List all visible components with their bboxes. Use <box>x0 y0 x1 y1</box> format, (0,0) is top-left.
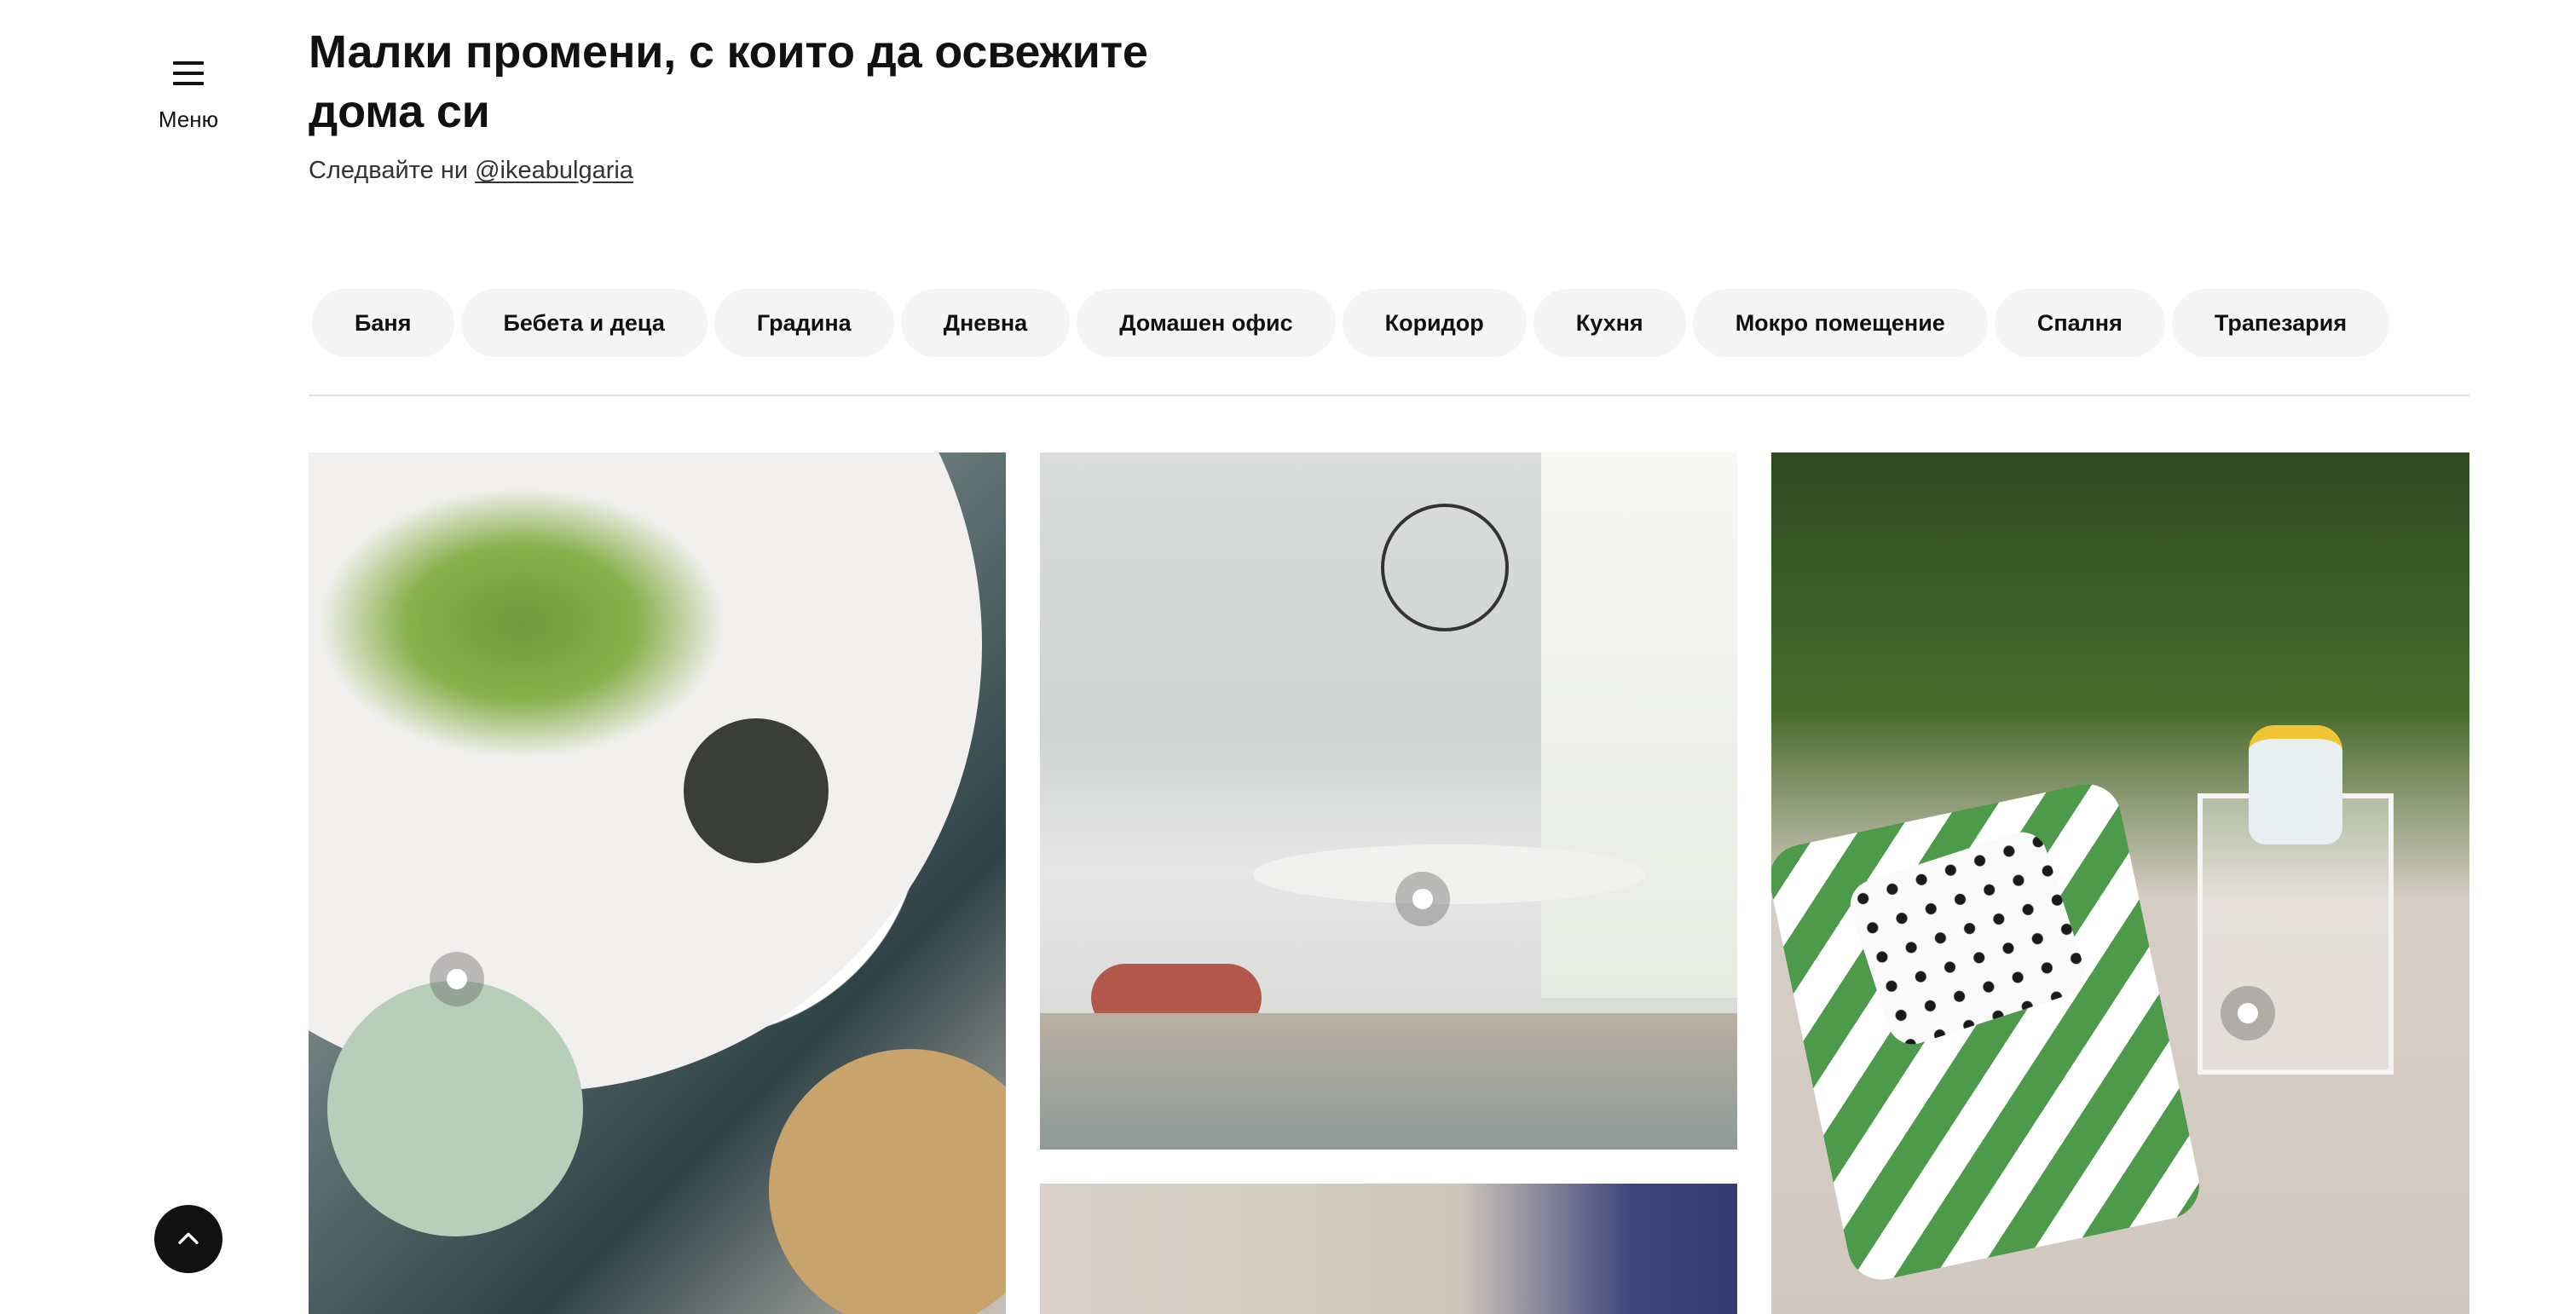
back-to-top-button[interactable] <box>154 1205 222 1273</box>
product-hotspot[interactable] <box>1395 872 1450 926</box>
page-title: Малки промени, с които да освежите дома … <box>309 26 1148 137</box>
filter-chip-bathroom[interactable]: Баня <box>312 289 454 357</box>
room-filter-chips: Баня Бебета и деца Градина Дневна Домаше… <box>312 289 2390 357</box>
gallery-image-dining-table[interactable] <box>309 452 1006 1314</box>
filter-chip-bedroom[interactable]: Спалня <box>1994 289 2165 357</box>
follow-line: Следвайте ни @ikeabulgaria <box>309 157 633 185</box>
filter-chip-laundry[interactable]: Мокро помещение <box>1692 289 1988 357</box>
filter-chip-home-office[interactable]: Домашен офис <box>1077 289 1336 357</box>
filter-chip-dining[interactable]: Трапезария <box>2171 289 2390 357</box>
divider <box>309 395 2469 396</box>
filter-chip-hallway[interactable]: Коридор <box>1342 289 1527 357</box>
filter-chip-kitchen[interactable]: Кухня <box>1533 289 1686 357</box>
product-hotspot[interactable] <box>430 952 484 1006</box>
instagram-handle-link[interactable]: @ikeabulgaria <box>475 157 633 184</box>
filter-chip-babies-kids[interactable]: Бебета и деца <box>460 289 708 357</box>
hamburger-icon <box>173 61 204 85</box>
chevron-up-icon <box>178 1232 199 1244</box>
gallery-image-kitchen-dining[interactable] <box>1040 452 1737 1150</box>
gallery-image-balcony[interactable] <box>1771 452 2469 1314</box>
menu-label: Меню <box>158 107 219 132</box>
filter-chip-garden[interactable]: Градина <box>713 289 894 357</box>
filter-chip-living-room[interactable]: Дневна <box>900 289 1071 357</box>
follow-prefix: Следвайте ни <box>309 157 469 184</box>
product-hotspot[interactable] <box>2221 986 2275 1040</box>
gallery-image-room[interactable] <box>1040 1184 1737 1314</box>
menu-button[interactable]: Меню <box>128 51 249 133</box>
